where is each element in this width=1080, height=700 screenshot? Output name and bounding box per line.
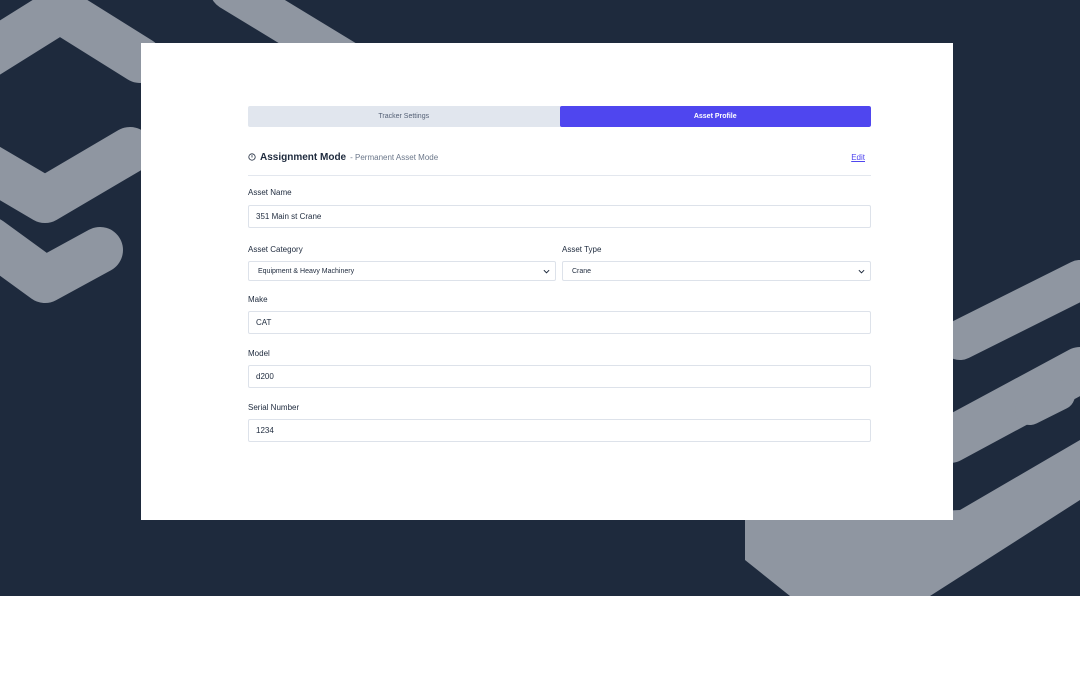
info-icon [248, 153, 256, 161]
tab-tracker-settings[interactable]: Tracker Settings [248, 106, 560, 127]
make-label: Make [248, 295, 268, 304]
tab-asset-profile[interactable]: Asset Profile [559, 106, 871, 127]
asset-category-value: Equipment & Heavy Machinery [258, 267, 355, 275]
asset-name-input[interactable]: 351 Main st Crane [248, 205, 871, 228]
model-input[interactable]: d200 [248, 365, 871, 388]
edit-link[interactable]: Edit [851, 153, 865, 162]
model-label: Model [248, 349, 270, 358]
chevron-down-icon [858, 269, 865, 274]
asset-type-value: Crane [572, 267, 592, 275]
asset-type-label: Asset Type [562, 245, 602, 254]
serial-number-input[interactable]: 1234 [248, 419, 871, 442]
asset-name-label: Asset Name [248, 188, 292, 197]
assignment-mode-title: Assignment Mode [260, 152, 347, 163]
assignment-mode-subtitle: - Permanent Asset Mode [350, 153, 439, 162]
chevron-down-icon [543, 269, 550, 274]
serial-number-label: Serial Number [248, 403, 300, 412]
make-input[interactable]: CAT [248, 311, 871, 334]
assignment-mode-row: Assignment Mode - Permanent Asset Mode E… [248, 149, 871, 176]
asset-profile-card: Tracker Settings Asset Profile Assignmen… [141, 43, 953, 520]
asset-type-select[interactable]: Crane [562, 261, 871, 281]
asset-category-select[interactable]: Equipment & Heavy Machinery [248, 261, 556, 281]
asset-category-label: Asset Category [248, 245, 303, 254]
tab-bar: Tracker Settings Asset Profile [248, 106, 871, 127]
